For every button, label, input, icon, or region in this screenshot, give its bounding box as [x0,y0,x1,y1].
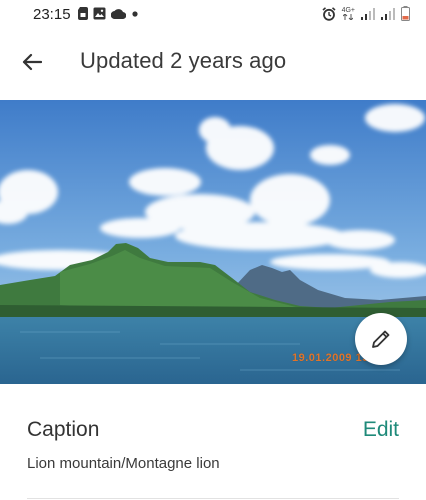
status-notification-icons [78,7,139,20]
divider [27,498,399,499]
caption-section: Caption Edit Lion mountain/Montagne lion [0,384,426,500]
signal-icon [381,7,395,20]
status-system-icons: 4G+ [322,6,410,21]
status-bar: 23:15 4G+ [0,0,426,32]
network-type-label: 4G+ [341,7,355,14]
caption-text: Lion mountain/Montagne lion [27,455,220,472]
network-4g-icon: 4G+ [342,7,355,20]
caption-heading: Caption [27,418,100,441]
status-time: 23:15 [33,6,71,23]
cloud-icon [111,9,126,19]
photo-date-stamp: 19.01.2009 15 [292,352,369,364]
arrow-back-icon [22,53,42,71]
page-title: Updated 2 years ago [80,48,287,73]
dot-icon [132,10,138,17]
app-header: Updated 2 years ago [0,32,426,94]
battery-icon [401,6,410,21]
sim-card-icon [78,7,88,20]
gallery-icon [93,7,106,20]
edit-caption-button[interactable]: Edit [363,418,399,442]
back-button[interactable] [14,44,50,80]
pencil-icon [372,330,390,348]
signal-icon [361,7,375,20]
edit-photo-button[interactable] [355,313,407,365]
alarm-icon [322,6,336,21]
